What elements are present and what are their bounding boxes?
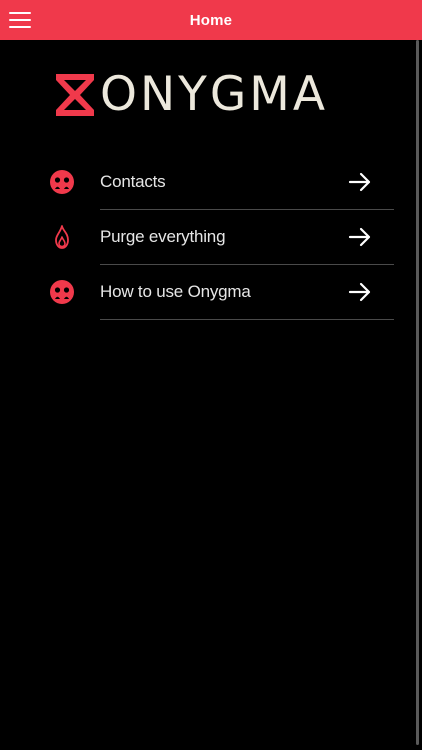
logo-wordmark: ONYGMA (100, 67, 328, 122)
flame-icon (55, 225, 69, 249)
page-title: Home (189, 11, 233, 29)
scrollbar[interactable] (416, 40, 419, 745)
menu-item-label: How to use Onygma (100, 282, 251, 301)
divider (100, 319, 394, 320)
menu-line (9, 26, 31, 28)
contacts-face-icon (50, 170, 74, 194)
menu-line (9, 12, 31, 14)
menu-item-how-to-use[interactable]: How to use Onygma (0, 265, 422, 320)
menu-item-purge-everything[interactable]: Purge everything (0, 210, 422, 265)
help-face-icon (50, 280, 74, 304)
menu-line (9, 19, 31, 21)
hamburger-menu-icon[interactable] (9, 10, 31, 30)
app-bar: Home (0, 0, 422, 40)
menu-item-label: Purge everything (100, 227, 226, 246)
app-logo: ONYGMA (54, 70, 374, 120)
menu-item-contacts[interactable]: Contacts (0, 155, 422, 210)
home-menu-list: Contacts Purge everything How to use Ony… (0, 155, 422, 320)
menu-item-label: Contacts (100, 172, 166, 191)
arrow-right-icon (348, 172, 371, 192)
arrow-right-icon (348, 282, 371, 302)
arrow-right-icon (348, 227, 371, 247)
hourglass-icon (56, 74, 94, 116)
